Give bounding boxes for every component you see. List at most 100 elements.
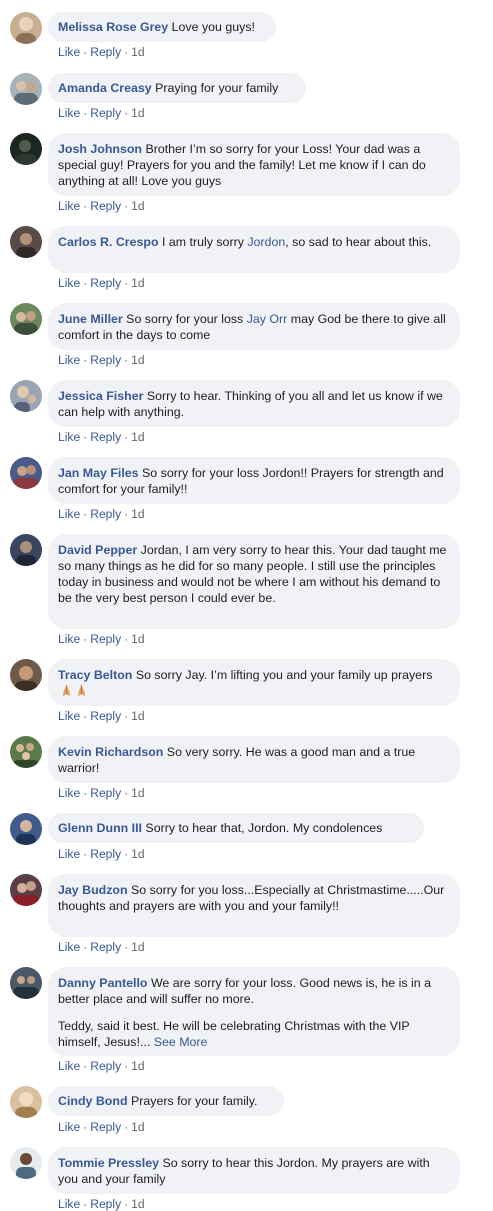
like-link[interactable]: Like	[58, 106, 80, 120]
reply-link[interactable]: Reply	[90, 353, 121, 367]
comment-actions: Like · Reply · 1d	[58, 1059, 145, 1073]
comment-time[interactable]: 1d	[131, 430, 144, 444]
comment-author[interactable]: Kevin Richardson	[58, 745, 163, 759]
avatar[interactable]	[10, 659, 42, 691]
like-link[interactable]: Like	[58, 1120, 80, 1134]
comment-author[interactable]: Jessica Fisher	[58, 389, 143, 403]
comment-author[interactable]: Tracy Belton	[58, 668, 132, 682]
reply-link[interactable]: Reply	[90, 847, 121, 861]
like-link[interactable]: Like	[58, 430, 80, 444]
comment-time[interactable]: 1d	[131, 940, 144, 954]
comment-time[interactable]: 1d	[131, 632, 144, 646]
avatar[interactable]	[10, 380, 42, 412]
comment-bubble: Tommie Pressley So sorry to hear this Jo…	[48, 1147, 460, 1194]
comment-text: Prayers for your family.	[127, 1094, 258, 1108]
reply-link[interactable]: Reply	[90, 1197, 121, 1211]
avatar[interactable]	[10, 1086, 42, 1118]
like-link[interactable]: Like	[58, 507, 80, 521]
reply-link[interactable]: Reply	[90, 45, 121, 59]
comment-author[interactable]: Danny Pantello	[58, 976, 148, 990]
comment-actions: Like · Reply · 1d	[58, 276, 145, 290]
like-link[interactable]: Like	[58, 45, 80, 59]
avatar[interactable]	[10, 12, 42, 44]
avatar[interactable]	[10, 736, 42, 768]
like-link[interactable]: Like	[58, 940, 80, 954]
like-link[interactable]: Like	[58, 199, 80, 213]
comment-time[interactable]: 1d	[131, 847, 144, 861]
like-link[interactable]: Like	[58, 276, 80, 290]
mention-link[interactable]: Jordon	[247, 235, 285, 249]
comment-time[interactable]: 1d	[131, 1197, 144, 1211]
folded-hands-emoji	[58, 684, 88, 698]
reply-link[interactable]: Reply	[90, 1059, 121, 1073]
reply-link[interactable]: Reply	[90, 430, 121, 444]
avatar[interactable]	[10, 73, 42, 105]
comment-text: So sorry Jay. I’m lifting you and your f…	[132, 668, 433, 682]
like-link[interactable]: Like	[58, 632, 80, 646]
comment-bubble: June Miller So sorry for your loss Jay O…	[48, 303, 460, 350]
like-link[interactable]: Like	[58, 709, 80, 723]
comment-actions: Like · Reply · 1d	[58, 199, 145, 213]
avatar[interactable]	[10, 534, 42, 566]
comment-text: Sorry to hear that, Jordon. My condolenc…	[141, 821, 383, 835]
comment-author[interactable]: Jan May Files	[58, 466, 139, 480]
see-more-link[interactable]: See More	[154, 1035, 208, 1049]
comment-time[interactable]: 1d	[131, 786, 144, 800]
like-link[interactable]: Like	[58, 353, 80, 367]
comment-author[interactable]: Carlos R. Crespo	[58, 235, 159, 249]
like-link[interactable]: Like	[58, 1059, 80, 1073]
reply-link[interactable]: Reply	[90, 106, 121, 120]
comment-author[interactable]: Jay Budzon	[58, 883, 128, 897]
comment-time[interactable]: 1d	[131, 507, 144, 521]
avatar[interactable]	[10, 874, 42, 906]
comment-bubble: Glenn Dunn III Sorry to hear that, Jordo…	[48, 813, 424, 843]
comment-author[interactable]: Josh Johnson	[58, 142, 142, 156]
comment-time[interactable]: 1d	[131, 45, 144, 59]
comment-actions: Like · Reply · 1d	[58, 507, 145, 521]
reply-link[interactable]: Reply	[90, 709, 121, 723]
comment-bubble: David Pepper Jordan, I am very sorry to …	[48, 534, 460, 629]
comment-actions: Like · Reply · 1d	[58, 632, 145, 646]
comment-bubble: Kevin Richardson So very sorry. He was a…	[48, 736, 460, 783]
reply-link[interactable]: Reply	[90, 276, 121, 290]
reply-link[interactable]: Reply	[90, 199, 121, 213]
comment-bubble: Jessica Fisher Sorry to hear. Thinking o…	[48, 380, 460, 427]
comment-author[interactable]: Melissa Rose Grey	[58, 20, 168, 34]
comment-author[interactable]: Tommie Pressley	[58, 1156, 159, 1170]
avatar[interactable]	[10, 303, 42, 335]
comment-author[interactable]: Cindy Bond	[58, 1094, 128, 1108]
comment-bubble: Tracy Belton So sorry Jay. I’m lifting y…	[48, 659, 460, 706]
avatar[interactable]	[10, 813, 42, 845]
comment-actions: Like · Reply · 1d	[58, 45, 145, 59]
comment-actions: Like · Reply · 1d	[58, 353, 145, 367]
reply-link[interactable]: Reply	[90, 940, 121, 954]
comment-time[interactable]: 1d	[131, 1120, 144, 1134]
comment-time[interactable]: 1d	[131, 1059, 144, 1073]
comment-author[interactable]: Amanda Creasy	[58, 81, 152, 95]
comment-time[interactable]: 1d	[131, 276, 144, 290]
comment-bubble: Danny Pantello We are sorry for your los…	[48, 967, 460, 1056]
reply-link[interactable]: Reply	[90, 1120, 121, 1134]
avatar[interactable]	[10, 457, 42, 489]
reply-link[interactable]: Reply	[90, 786, 121, 800]
comment-actions: Like · Reply · 1d	[58, 786, 145, 800]
comment-time[interactable]: 1d	[131, 709, 144, 723]
comment-time[interactable]: 1d	[131, 199, 144, 213]
like-link[interactable]: Like	[58, 1197, 80, 1211]
comment-actions: Like · Reply · 1d	[58, 106, 145, 120]
reply-link[interactable]: Reply	[90, 632, 121, 646]
comment-author[interactable]: June Miller	[58, 312, 123, 326]
comments-feed: Melissa Rose Grey Love you guys! Like · Re…	[0, 0, 493, 1211]
comment-author[interactable]: Glenn Dunn III	[58, 821, 142, 835]
comment-time[interactable]: 1d	[131, 353, 144, 367]
avatar[interactable]	[10, 1147, 42, 1179]
avatar[interactable]	[10, 967, 42, 999]
avatar[interactable]	[10, 226, 42, 258]
reply-link[interactable]: Reply	[90, 507, 121, 521]
like-link[interactable]: Like	[58, 847, 80, 861]
comment-time[interactable]: 1d	[131, 106, 144, 120]
like-link[interactable]: Like	[58, 786, 80, 800]
comment-author[interactable]: David Pepper	[58, 543, 137, 557]
mention-link[interactable]: Jay Orr	[247, 312, 288, 326]
avatar[interactable]	[10, 133, 42, 165]
